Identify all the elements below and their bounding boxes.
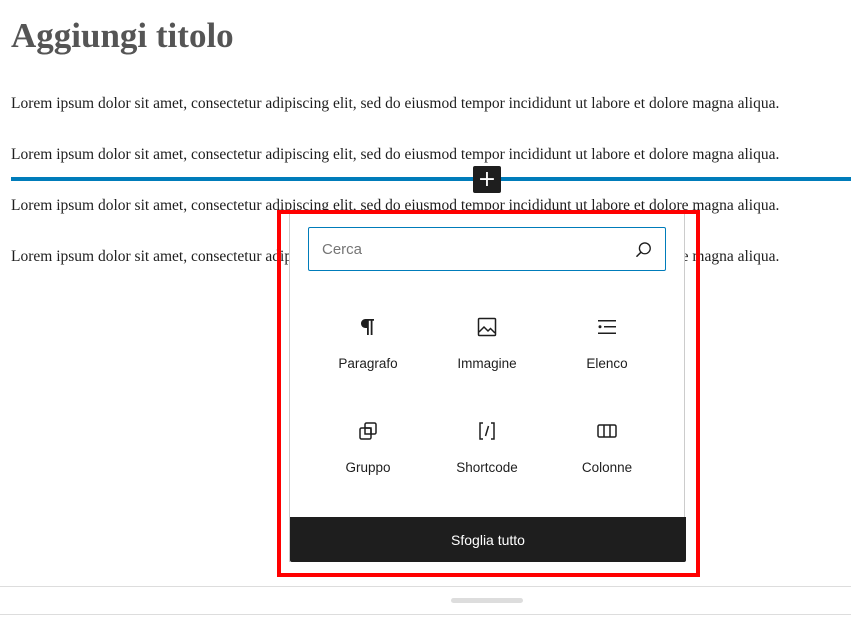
resize-handle[interactable] [451, 598, 523, 603]
paragraph-block[interactable]: Lorem ipsum dolor sit amet, consectetur … [11, 145, 779, 165]
columns-icon [597, 424, 617, 438]
block-search [308, 227, 666, 271]
block-label: Paragrafo [338, 356, 398, 371]
block-inserter-popover: Paragrafo Immagine Elenco Gruppo [289, 210, 686, 562]
insertion-point-line [11, 177, 851, 181]
list-icon [598, 320, 616, 334]
image-icon [477, 317, 497, 337]
paragraph-block[interactable]: Lorem ipsum dolor sit amet, consectetur … [11, 94, 779, 114]
block-option-shortcode[interactable]: Shortcode [432, 414, 542, 500]
search-icon[interactable] [634, 240, 654, 260]
post-title[interactable]: Aggiungi titolo [11, 16, 234, 56]
block-option-columns[interactable]: Colonne [552, 414, 662, 500]
block-label: Shortcode [456, 460, 518, 475]
paragraph-icon [361, 319, 374, 335]
block-option-list[interactable]: Elenco [552, 310, 662, 396]
block-search-input[interactable] [322, 240, 612, 258]
plus-icon: + [477, 166, 497, 192]
group-icon [359, 422, 377, 440]
block-label: Elenco [586, 356, 628, 371]
block-option-group[interactable]: Gruppo [313, 414, 423, 500]
block-label: Gruppo [345, 460, 391, 475]
block-label: Immagine [457, 356, 517, 371]
block-inserter-toggle-button[interactable]: + [473, 166, 501, 193]
block-option-image[interactable]: Immagine [432, 310, 542, 396]
divider [0, 614, 851, 615]
browse-all-button[interactable]: Sfoglia tutto [290, 517, 686, 562]
shortcode-icon [479, 422, 495, 440]
divider [0, 586, 851, 587]
block-label: Colonne [581, 460, 633, 475]
block-option-paragraph[interactable]: Paragrafo [313, 310, 423, 396]
